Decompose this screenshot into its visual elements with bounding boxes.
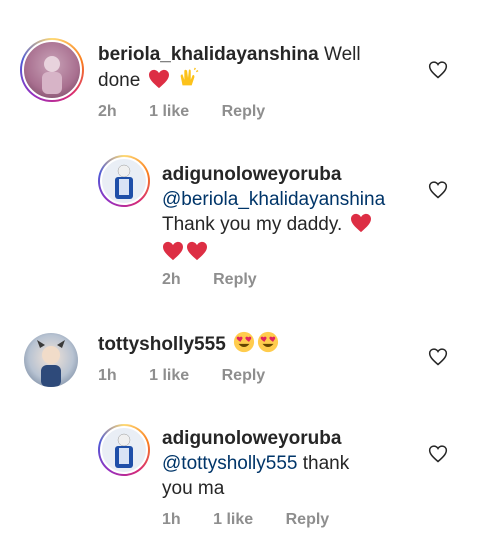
comment-mention[interactable]: @tottysholly555 [162,453,297,474]
comment-likes[interactable]: 1 like [149,367,189,384]
comment-text: thank [302,453,350,474]
comment-username[interactable]: beriola_khalidayanshina [98,44,319,65]
comment-meta: 2h 1 like Reply [98,103,293,121]
comment-body: adigunoloweyoruba @tottysholly555 thank … [162,426,422,501]
reply-button[interactable]: Reply [213,271,257,288]
like-heart-icon[interactable] [428,180,448,200]
comment-time: 2h [98,103,117,120]
reply-button[interactable]: Reply [286,511,330,528]
like-heart-icon[interactable] [428,444,448,464]
comment-meta: 1h 1 like Reply [98,367,293,385]
comment-time: 2h [162,271,181,288]
like-heart-icon[interactable] [428,60,448,80]
heart-icon [148,69,170,96]
heart-eyes-icon [257,331,279,360]
comment-username[interactable]: adigunoloweyoruba [162,426,422,451]
avatar[interactable] [24,333,78,387]
comment-time: 1h [162,511,181,528]
comment-likes[interactable]: 1 like [213,511,253,528]
comment-text: Thank you my daddy. [162,214,343,235]
comment-body: adigunoloweyoruba @beriola_khalidayanshi… [162,162,422,268]
heart-icon [186,241,208,268]
reply-button[interactable]: Reply [222,367,266,384]
reply-button[interactable]: Reply [222,103,266,120]
heart-eyes-icon [233,331,255,360]
comment-text-continued: you ma [162,478,225,499]
comment-body: beriola_khalidayanshina Well done [98,42,398,96]
avatar[interactable] [98,424,150,476]
avatar[interactable] [20,38,84,102]
comment-username[interactable]: tottysholly555 [98,334,226,355]
comment-meta: 2h Reply [162,271,285,289]
like-heart-icon[interactable] [428,347,448,367]
comment-username[interactable]: adigunoloweyoruba [162,162,422,187]
comment-likes[interactable]: 1 like [149,103,189,120]
comment-mention[interactable]: @beriola_khalidayanshina [162,187,422,212]
comment-meta: 1h 1 like Reply [162,511,357,529]
avatar[interactable] [98,155,150,207]
heart-icon [162,241,184,268]
comment-time: 1h [98,367,117,384]
clapping-hands-icon [177,67,199,96]
comment-body: tottysholly555 [98,331,398,360]
heart-icon [350,213,372,240]
